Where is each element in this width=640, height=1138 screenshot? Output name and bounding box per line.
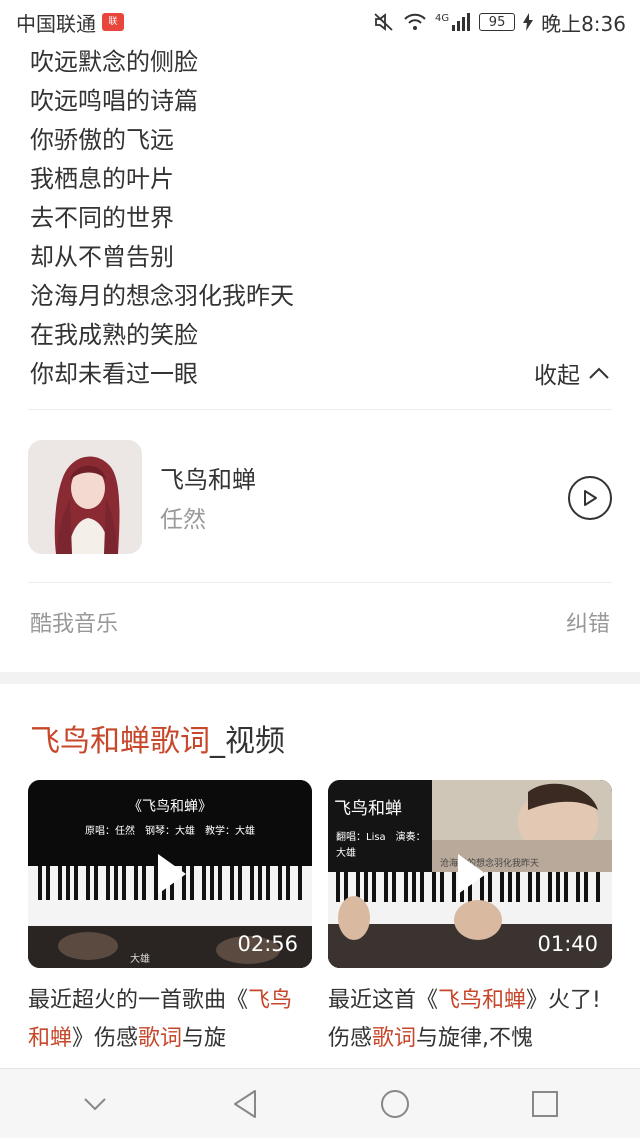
video-card[interactable]: 《飞鸟和蝉》 原唱：任然 钢琴：大雄 教学：大雄 大雄 02:56 最近超火的一…	[28, 780, 312, 1074]
play-icon	[158, 854, 186, 894]
album-cover[interactable]	[28, 440, 142, 554]
battery-level: 95	[488, 14, 506, 30]
caption-highlight: 飞鸟和蝉	[438, 988, 527, 1013]
lyric-line: 沧海月的想念羽化我昨天	[30, 282, 294, 310]
back-button[interactable]	[215, 1074, 275, 1134]
divider	[28, 409, 612, 410]
collapse-lyrics-button[interactable]: 收起	[534, 356, 610, 390]
video-thumbnail[interactable]: 《飞鸟和蝉》 原唱：任然 钢琴：大雄 教学：大雄 大雄 02:56	[28, 780, 312, 968]
lyrics-list: 吹远默念的侧脸 吹远鸣唱的诗篇 你骄傲的飞远 我栖息的叶片 去不同的世界 却从不…	[30, 44, 610, 395]
battery-icon: 95	[479, 13, 516, 31]
report-error-link[interactable]: 纠错	[566, 606, 610, 638]
charging-icon	[523, 13, 534, 31]
network-type: 4G	[434, 13, 450, 24]
lyric-line: 吹远鸣唱的诗篇	[30, 87, 198, 115]
lyric-line: 去不同的世界	[30, 204, 174, 232]
song-row[interactable]: 飞鸟和蝉 任然	[28, 440, 612, 554]
lyric-line: 我栖息的叶片	[30, 165, 174, 193]
thumb-title: 《飞鸟和蝉》	[128, 799, 212, 815]
source-row: 酷我音乐 纠错	[30, 606, 610, 638]
thumb-bottom-text: 大雄	[130, 954, 150, 965]
chevron-up-icon	[588, 360, 610, 386]
lyric-line: 你骄傲的飞远	[30, 126, 174, 154]
section-title-highlight: 飞鸟和蝉歌词	[30, 724, 210, 759]
song-title[interactable]: 飞鸟和蝉	[160, 460, 256, 495]
caption-highlight: 歌词	[138, 1026, 183, 1051]
video-duration: 02:56	[237, 932, 298, 956]
thumb-title: 飞鸟和蝉	[334, 799, 402, 819]
lyric-line: 却从不曾告别	[30, 243, 174, 271]
status-left: 中国联通 联	[16, 8, 124, 37]
caption-highlight: 歌词	[372, 1026, 417, 1051]
lyric-line: 你却未看过一眼	[30, 360, 198, 388]
thumb-credits: 翻唱：Lisa 演奏：大雄	[336, 832, 426, 859]
clock: 晚上8:36	[541, 11, 626, 36]
thumb-credits: 原唱：任然 钢琴：大雄 教学：大雄	[85, 826, 255, 837]
play-button[interactable]	[568, 476, 612, 520]
home-circle-icon	[381, 1089, 409, 1118]
home-button[interactable]	[365, 1074, 425, 1134]
caption-text: 最近这首《	[328, 988, 439, 1013]
system-nav-bar	[0, 1068, 640, 1138]
source-provider: 酷我音乐	[30, 612, 119, 637]
section-title: 飞鸟和蝉歌词_视频	[30, 716, 285, 760]
section-title-rest: _视频	[210, 724, 285, 759]
recents-button[interactable]	[515, 1074, 575, 1134]
play-icon	[458, 854, 486, 894]
video-section: 飞鸟和蝉歌词_视频 《飞鸟和蝉》 原唱：任然 钢琴：大雄 教学：大雄 大雄 02…	[0, 684, 640, 1068]
carrier-name: 中国联通	[16, 11, 96, 36]
status-right: 4G 95 晚上8:36	[373, 8, 626, 37]
video-duration: 01:40	[537, 932, 598, 956]
back-triangle-icon	[234, 1089, 256, 1118]
hide-keyboard-button[interactable]	[65, 1074, 125, 1134]
lyrics-card: 吹远默念的侧脸 吹远鸣唱的诗篇 你骄傲的飞远 我栖息的叶片 去不同的世界 却从不…	[0, 44, 640, 672]
video-caption[interactable]: 最近这首《飞鸟和蝉》火了!伤感歌词与旋律,不愧	[328, 982, 612, 1074]
lyric-line: 吹远默念的侧脸	[30, 48, 198, 76]
caption-text: 与旋	[182, 1026, 227, 1051]
chevron-down-icon	[84, 1097, 106, 1110]
status-bar: 中国联通 联 4G 95 晚上8:36	[0, 0, 640, 44]
caption-text: 》伤感	[72, 1026, 139, 1051]
video-caption[interactable]: 最近超火的一首歌曲《飞鸟和蝉》伤感歌词与旋	[28, 982, 312, 1074]
caption-text: 最近超火的一首歌曲《	[28, 988, 249, 1013]
divider	[28, 582, 612, 583]
recents-square-icon	[532, 1090, 558, 1117]
collapse-label: 收起	[534, 363, 580, 389]
wifi-icon	[403, 12, 427, 32]
video-thumbnail[interactable]: 飞鸟和蝉 翻唱：Lisa 演奏：大雄 沧海月的想念羽化我昨天 01:40	[328, 780, 612, 968]
signal-icon: 4G	[435, 13, 471, 31]
carrier-badge-icon: 联	[102, 13, 124, 31]
video-card[interactable]: 飞鸟和蝉 翻唱：Lisa 演奏：大雄 沧海月的想念羽化我昨天 01:40 最近这…	[328, 780, 612, 1074]
play-icon	[584, 490, 597, 506]
mute-icon	[373, 12, 395, 32]
caption-text: 与旋律,不愧	[416, 1026, 534, 1051]
lyric-line: 在我成熟的笑脸	[30, 321, 198, 349]
song-artist[interactable]: 任然	[160, 500, 206, 534]
